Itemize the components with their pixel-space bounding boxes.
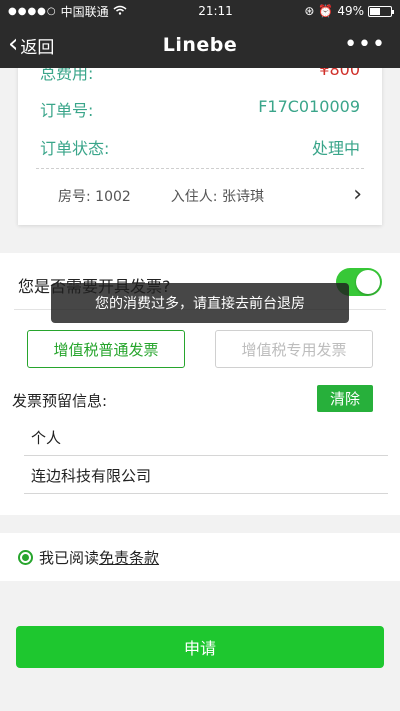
room-number: 房号: 1002 — [58, 189, 131, 205]
order-number-row: 订单号: F17C010009 — [40, 97, 360, 121]
battery-icon — [368, 5, 394, 17]
order-number-value: F17C010009 — [258, 97, 360, 116]
alarm-icon: ⏰ — [318, 4, 334, 18]
order-number-label: 订单号: — [40, 101, 94, 120]
page-title: Linebe — [162, 34, 238, 56]
status-time: 21:11 — [198, 4, 233, 18]
more-menu-button[interactable]: ••• — [344, 34, 386, 56]
submit-button[interactable]: 申请 — [16, 626, 384, 668]
battery-percent: 49% — [337, 4, 364, 18]
rotation-lock-icon: ⊛ — [304, 4, 315, 18]
agreement-area: 我已阅读 免责条款 — [0, 533, 400, 581]
wifi-icon — [113, 4, 127, 18]
chevron-right-icon: › — [353, 182, 362, 207]
invoice-type-special-button[interactable]: 增值税专用发票 — [215, 330, 373, 368]
status-bar: ●●●●○ 中国联通 21:11 ⊛ ⏰ 49% — [0, 0, 400, 22]
order-status-label: 订单状态: — [40, 139, 110, 158]
invoice-type-regular-button[interactable]: 增值税普通发票 — [27, 330, 185, 368]
clear-button[interactable]: 清除 — [317, 385, 373, 412]
toast-message: 您的消费过多，请直接去前台退房 — [51, 283, 349, 323]
disclaimer-link[interactable]: 免责条款 — [99, 547, 159, 568]
order-status-row: 订单状态: 处理中 — [40, 135, 360, 159]
toggle-knob — [356, 270, 380, 294]
order-status-value: 处理中 — [311, 139, 360, 158]
signal-icon: ●●●●○ — [8, 5, 57, 17]
dashed-divider — [36, 168, 364, 169]
top-bar: ●●●●○ 中国联通 21:11 ⊛ ⏰ 49% ‹ 返回 Linebe ••• — [0, 0, 400, 68]
carrier-label: 中国联通 — [60, 4, 109, 19]
reserved-info-label: 发票预留信息: — [12, 392, 108, 410]
company-name-field[interactable]: 连边科技有限公司 — [24, 458, 388, 494]
agreement-row: 我已阅读 免责条款 — [18, 547, 159, 568]
invoice-title-field[interactable]: 个人 — [24, 420, 388, 456]
guest-name: 入住人: 张诗琪 — [170, 189, 264, 205]
order-card: 总费用: ¥800 订单号: F17C010009 订单状态: 处理中 房号: … — [18, 50, 382, 225]
nav-bar: ‹ 返回 Linebe ••• — [0, 22, 400, 68]
agreement-prefix: 我已阅读 — [39, 549, 100, 567]
room-detail-row[interactable]: 房号: 1002 入住人: 张诗琪 › — [58, 182, 362, 207]
agreement-radio[interactable] — [18, 550, 33, 565]
